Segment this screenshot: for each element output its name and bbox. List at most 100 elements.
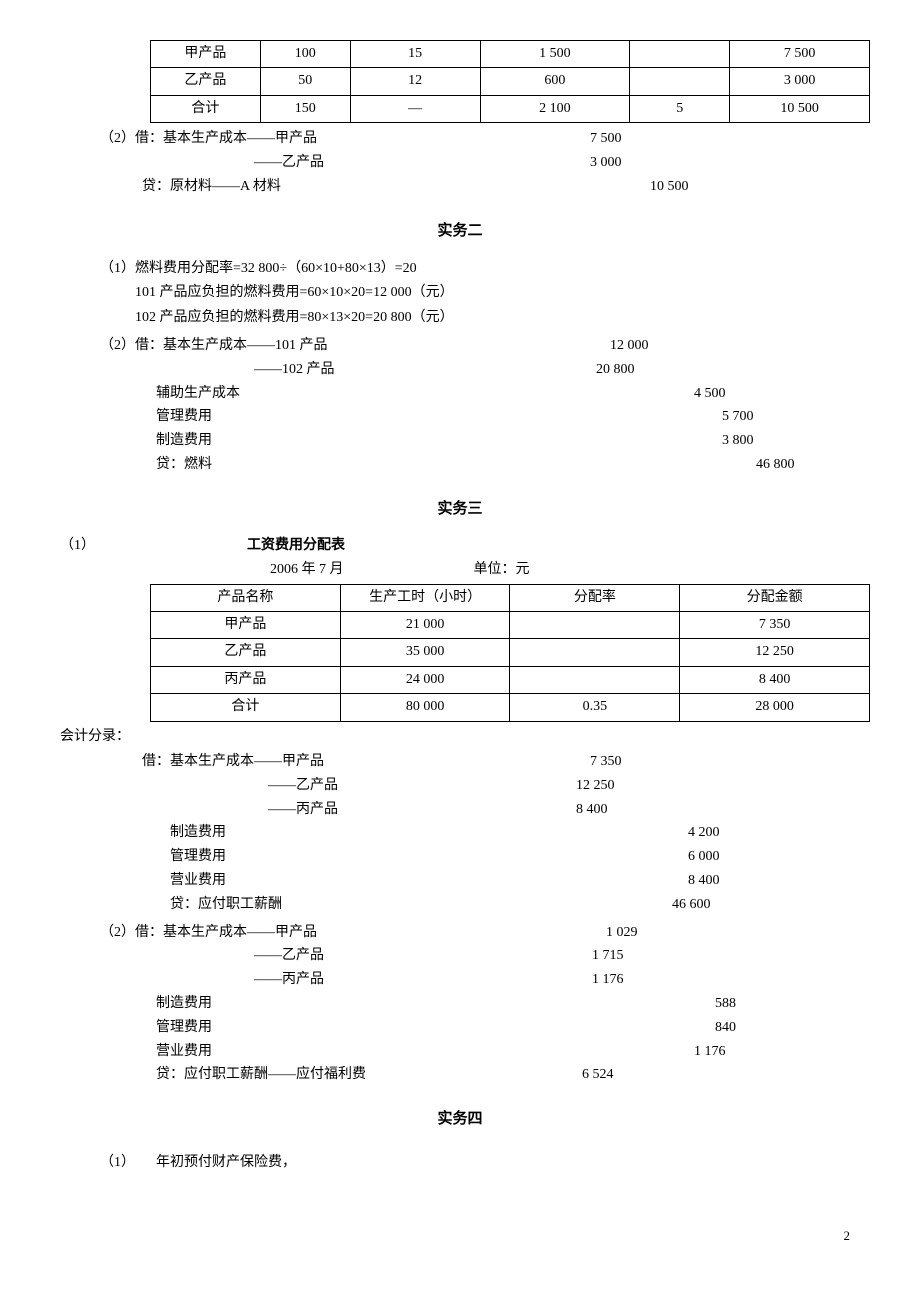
table-cell: 7 500 xyxy=(730,41,870,68)
table-cell: 21 000 xyxy=(340,612,510,639)
entry-value: 7 350 xyxy=(460,750,622,774)
entry-label: （2）借：基本生产成本——甲产品 xyxy=(100,921,460,945)
table-cell: 2 100 xyxy=(480,95,630,122)
entry-line: 管理费用5 700 xyxy=(100,405,860,429)
entry-line: ——丙产品1 176 xyxy=(100,968,860,992)
entry-line: 制造费用4 200 xyxy=(100,821,860,845)
table-row: 合计80 0000.3528 000 xyxy=(151,694,870,721)
table-cell: 1 500 xyxy=(480,41,630,68)
table-3-date: 2006 年 7 月 xyxy=(270,559,344,581)
entry-label: ——丙产品 xyxy=(100,968,460,992)
journal-entry-3b: （2）借：基本生产成本——甲产品1 029 ——乙产品1 715 ——丙产品1 … xyxy=(100,921,860,1088)
table-wage-allocation: 产品名称生产工时（小时）分配率分配金额甲产品21 0007 350乙产品35 0… xyxy=(150,584,870,722)
table-cell: 0.35 xyxy=(510,694,680,721)
table-cell: 35 000 xyxy=(340,639,510,666)
entry-label: 制造费用 xyxy=(100,992,460,1016)
table-row: 乙产品50126003 000 xyxy=(151,68,870,95)
entry-value: 4 500 xyxy=(460,382,726,406)
table-cell: 乙产品 xyxy=(151,68,261,95)
entry-line: 辅助生产成本4 500 xyxy=(100,382,860,406)
entry-label: 贷：燃料 xyxy=(100,453,460,477)
table-cell: 合计 xyxy=(151,694,341,721)
entry-label: （2）借：基本生产成本——甲产品 xyxy=(100,127,460,151)
entry-line: 制造费用3 800 xyxy=(100,429,860,453)
table-cell: 150 xyxy=(260,95,350,122)
entry-label: 贷：应付职工薪酬 xyxy=(100,893,460,917)
journal-entry-3a: 借：基本生产成本——甲产品7 350 ——乙产品12 250 ——丙产品8 40… xyxy=(100,750,860,917)
journal-entry-2: （2）借：基本生产成本——101 产品12 000 ——102 产品20 800… xyxy=(100,334,860,477)
formula-line: （1）燃料费用分配率=32 800÷（60×10+80×13）=20 xyxy=(100,257,860,282)
section-3-number: （1） xyxy=(60,535,95,557)
entry-value: 1 176 xyxy=(460,968,624,992)
entry-label: 借：基本生产成本——甲产品 xyxy=(100,750,460,774)
entry-label: ——丙产品 xyxy=(100,798,460,822)
entry-value: 8 400 xyxy=(460,798,608,822)
entry-line: （2）借：基本生产成本——甲产品7 500 xyxy=(100,127,860,151)
table-row: 丙产品24 0008 400 xyxy=(151,666,870,693)
table-header-cell: 生产工时（小时） xyxy=(340,584,510,611)
entry-line: ——102 产品20 800 xyxy=(100,358,860,382)
entry-line: 借：基本生产成本——甲产品7 350 xyxy=(100,750,860,774)
entry-label: 管理费用 xyxy=(100,1016,460,1040)
table-cell: 甲产品 xyxy=(151,41,261,68)
table-cell: 12 250 xyxy=(680,639,870,666)
table-cell xyxy=(510,612,680,639)
table-cell: 12 xyxy=(350,68,480,95)
section-3-subtitle: 会计分录： xyxy=(60,726,860,748)
entry-label: ——乙产品 xyxy=(100,944,460,968)
entry-line: 贷：应付职工薪酬46 600 xyxy=(100,893,860,917)
entry-line: 贷：燃料46 800 xyxy=(100,453,860,477)
table-header-row: 产品名称生产工时（小时）分配率分配金额 xyxy=(151,584,870,611)
table-cell: 3 000 xyxy=(730,68,870,95)
table-cell: 乙产品 xyxy=(151,639,341,666)
entry-line: （2）借：基本生产成本——101 产品12 000 xyxy=(100,334,860,358)
entry-label: ——102 产品 xyxy=(100,358,460,382)
table-cell: 8 400 xyxy=(680,666,870,693)
entry-value: 4 200 xyxy=(460,821,720,845)
entry-label: ——乙产品 xyxy=(100,151,460,175)
table-header-cell: 分配金额 xyxy=(680,584,870,611)
formula-line: 101 产品应负担的燃料费用=60×10×20=12 000（元） xyxy=(135,281,860,306)
table-header-cell: 产品名称 xyxy=(151,584,341,611)
entry-line: 管理费用840 xyxy=(100,1016,860,1040)
entry-label: ——乙产品 xyxy=(100,774,460,798)
entry-value: 1 029 xyxy=(460,921,638,945)
table-cell: 10 500 xyxy=(730,95,870,122)
table-product-cost: 甲产品100151 500 7 500乙产品50126003 000合计150—2… xyxy=(150,40,870,123)
entry-label: 营业费用 xyxy=(100,1040,460,1064)
formula-line: 102 产品应负担的燃料费用=80×13×20=20 800（元） xyxy=(135,306,860,331)
entry-label: 管理费用 xyxy=(100,405,460,429)
entry-value: 8 400 xyxy=(460,869,720,893)
entry-value: 10 500 xyxy=(460,175,689,199)
entry-line: （2）借：基本生产成本——甲产品1 029 xyxy=(100,921,860,945)
entry-value: 20 800 xyxy=(460,358,635,382)
table-cell: 15 xyxy=(350,41,480,68)
entry-label: 制造费用 xyxy=(100,821,460,845)
table-cell: 100 xyxy=(260,41,350,68)
entry-line: 营业费用8 400 xyxy=(100,869,860,893)
table-cell: 80 000 xyxy=(340,694,510,721)
entry-line: 贷：应付职工薪酬——应付福利费6 524 xyxy=(100,1063,860,1087)
table-3-title: 工资费用分配表 xyxy=(247,535,345,557)
entry-value: 12 000 xyxy=(460,334,649,358)
entry-value: 588 xyxy=(460,992,736,1016)
entry-line: 管理费用6 000 xyxy=(100,845,860,869)
table-cell: 24 000 xyxy=(340,666,510,693)
entry-label: 贷：原材料——A 材料 xyxy=(100,175,460,199)
entry-value: 6 524 xyxy=(460,1063,614,1087)
table-row: 甲产品21 000 7 350 xyxy=(151,612,870,639)
table-row: 合计150—2 100510 500 xyxy=(151,95,870,122)
table-cell: 7 350 xyxy=(680,612,870,639)
table-cell: 甲产品 xyxy=(151,612,341,639)
table-cell xyxy=(510,639,680,666)
entry-line: ——丙产品8 400 xyxy=(100,798,860,822)
table-header-cell: 分配率 xyxy=(510,584,680,611)
entry-line: 营业费用1 176 xyxy=(100,1040,860,1064)
table-cell: 50 xyxy=(260,68,350,95)
entry-line: ——乙产品12 250 xyxy=(100,774,860,798)
table-row: 乙产品35 000 12 250 xyxy=(151,639,870,666)
table-cell: 5 xyxy=(630,95,730,122)
table-cell: 28 000 xyxy=(680,694,870,721)
journal-entry-1: （2）借：基本生产成本——甲产品7 500 ——乙产品3 000 贷：原材料——… xyxy=(100,127,860,198)
entry-line: 贷：原材料——A 材料10 500 xyxy=(100,175,860,199)
